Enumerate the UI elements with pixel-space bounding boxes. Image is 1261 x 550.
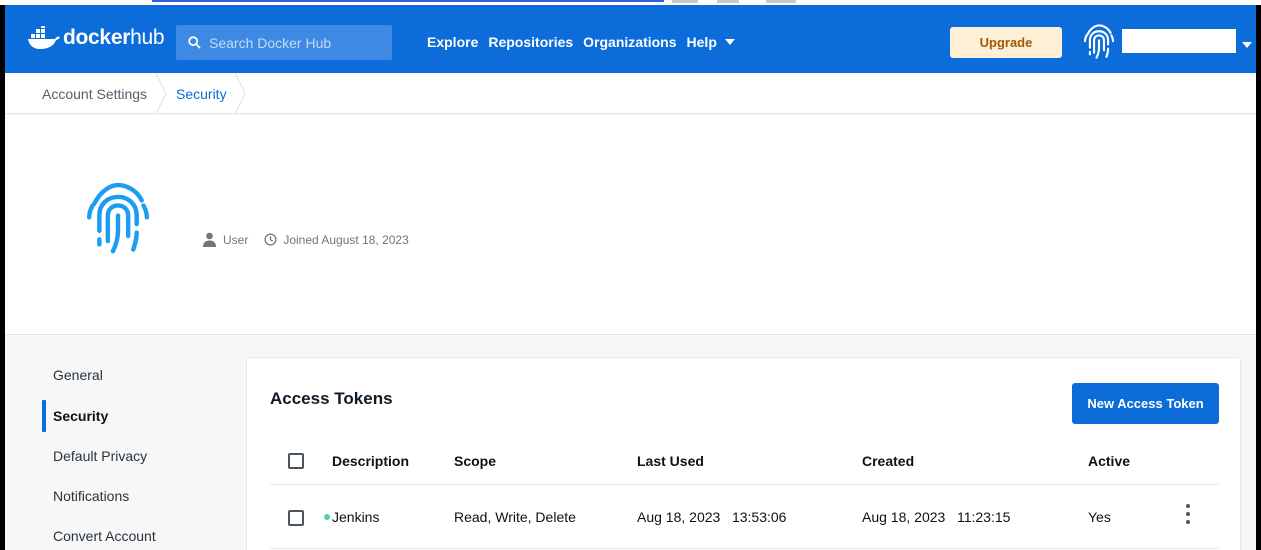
main-nav: Explore Repositories Organizations Help <box>427 34 735 50</box>
column-active: Active <box>1088 453 1131 469</box>
profile-avatar <box>86 182 150 254</box>
help-chevron-down-icon[interactable] <box>724 39 735 45</box>
token-description: Jenkins <box>324 509 379 525</box>
top-navbar: dockerhub Explore Repositories Organizat… <box>5 5 1256 73</box>
breadcrumb-separator-icon <box>234 73 246 114</box>
sidebar-item-general[interactable]: General <box>53 367 103 383</box>
profile-role: User <box>223 232 249 247</box>
link-fragment <box>152 0 664 2</box>
row-more-options-icon[interactable] <box>1185 504 1191 528</box>
docker-hub-logo[interactable]: dockerhub <box>27 26 165 50</box>
nav-repositories[interactable]: Repositories <box>488 34 573 50</box>
column-description: Description <box>332 453 410 469</box>
status-dot-icon <box>324 514 330 520</box>
sidebar-item-convert-account[interactable]: Convert Account <box>53 528 156 544</box>
token-active: Yes <box>1088 509 1111 525</box>
select-all-checkbox[interactable] <box>288 453 304 469</box>
tokens-table-header: Description Scope Last Used Created Acti… <box>270 438 1219 485</box>
settings-sidebar: General Security Default Privacy Notific… <box>5 335 245 550</box>
sidebar-item-notifications[interactable]: Notifications <box>53 488 129 504</box>
token-scope: Read, Write, Delete <box>454 509 576 525</box>
sidebar-item-default-privacy[interactable]: Default Privacy <box>53 448 147 464</box>
access-tokens-panel: Access Tokens New Access Token Descripti… <box>246 357 1241 550</box>
token-created: Aug 18, 2023 11:23:15 <box>862 509 1011 525</box>
nav-explore[interactable]: Explore <box>427 34 478 50</box>
profile-meta: User Joined August 18, 2023 <box>202 232 425 247</box>
new-access-token-button[interactable]: New Access Token <box>1072 383 1219 424</box>
search-icon <box>188 36 201 49</box>
person-icon <box>203 232 216 247</box>
app-window: dockerhub Explore Repositories Organizat… <box>5 5 1256 550</box>
nav-organizations[interactable]: Organizations <box>583 34 676 50</box>
breadcrumb: Account Settings Security <box>5 73 1256 114</box>
token-last-used: Aug 18, 2023 13:53:06 <box>637 509 787 525</box>
breadcrumb-account-settings[interactable]: Account Settings <box>42 86 147 102</box>
user-menu-chevron-down-icon[interactable] <box>1242 42 1252 48</box>
table-row: Jenkins Read, Write, Delete Aug 18, 2023… <box>270 485 1219 549</box>
user-avatar[interactable] <box>1082 23 1116 61</box>
clock-icon <box>264 233 277 246</box>
profile-joined-date: Joined August 18, 2023 <box>283 232 409 247</box>
breadcrumb-security[interactable]: Security <box>176 86 227 102</box>
search-box[interactable] <box>176 25 392 60</box>
username-field[interactable] <box>1122 29 1236 53</box>
nav-help[interactable]: Help <box>687 34 717 50</box>
column-scope: Scope <box>454 453 497 469</box>
column-created: Created <box>862 453 915 469</box>
search-input[interactable] <box>209 34 379 51</box>
upgrade-button[interactable]: Upgrade <box>950 27 1062 58</box>
row-checkbox[interactable] <box>288 510 304 526</box>
sidebar-active-indicator <box>42 400 46 432</box>
sidebar-item-security[interactable]: Security <box>53 408 108 424</box>
column-last-used: Last Used <box>637 453 704 469</box>
breadcrumb-separator-icon <box>155 73 167 114</box>
profile-header: User Joined August 18, 2023 <box>5 115 1256 335</box>
docker-whale-icon <box>28 26 60 49</box>
access-tokens-title: Access Tokens <box>270 389 393 408</box>
